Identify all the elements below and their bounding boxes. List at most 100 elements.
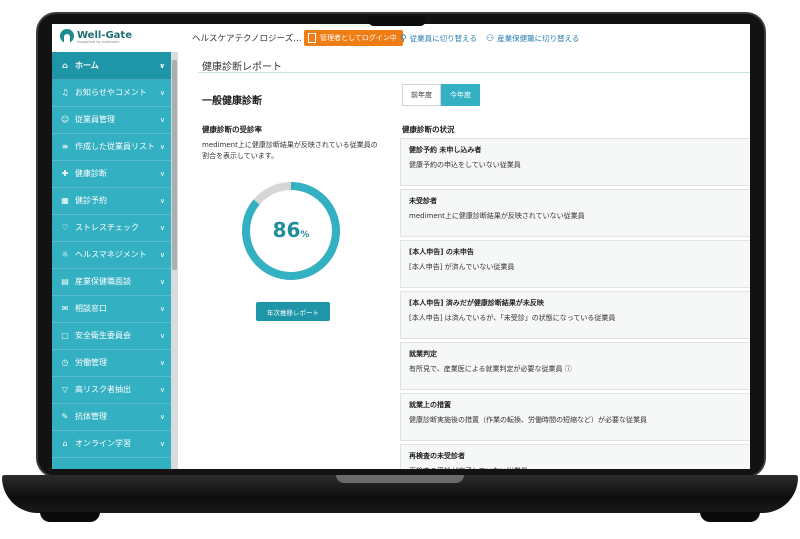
bell-icon: ♫ (61, 88, 69, 97)
sidebar-item-label: ストレスチェック (75, 223, 139, 232)
sidebar-item[interactable]: ✉ 相談窓口 ∨ (52, 295, 171, 323)
users-icon: ☺ (60, 115, 70, 124)
title-divider (198, 72, 750, 73)
annual-report-button[interactable]: 年次推移レポート (256, 302, 330, 321)
sidebar-item[interactable]: ⌂ ホーム ∨ (52, 52, 171, 80)
sidebar-item[interactable]: ≡ 作成した従業員リスト ∨ (52, 133, 171, 161)
chevron-down-icon: ∨ (159, 439, 165, 448)
logo-icon (60, 29, 74, 43)
graduation-icon: ⌂ (62, 439, 68, 448)
rate-title: 健康診断の受診率 (202, 125, 262, 134)
status-card-description: mediment上に健康診断結果が反映されていない従業員 (409, 212, 585, 220)
status-card-title: [本人申告] 済みだが健康診断結果が未反映 (409, 299, 544, 307)
status-card-title: 就業判定 (409, 350, 437, 358)
switch-to-occupational-link[interactable]: ⚇ 産業保健職に切り替える (486, 33, 579, 44)
chevron-down-icon: ∨ (159, 223, 165, 232)
year-tabs: 前年度 今年度 (402, 84, 480, 106)
camera-notch (368, 16, 426, 26)
rate-number: 86 (272, 218, 301, 242)
sidebar-item[interactable]: ✎ 抗体管理 ∨ (52, 403, 171, 431)
calendar-icon: ▦ (61, 196, 69, 205)
status-card[interactable]: [本人申告] の未申告 [本人申告] が済んでいない従業員 (400, 240, 750, 288)
switch-to-employee-label: 従業員に切り替える (409, 34, 477, 43)
sidebar-item-label: 健診予約 (75, 196, 107, 205)
health-icon: ☼ (61, 250, 69, 259)
status-card-title: [本人申告] の未申告 (409, 248, 474, 256)
top-bar: Well-Gate Supported by mediment ヘルスケアテクノ… (52, 24, 750, 53)
chevron-down-icon: ∨ (159, 169, 165, 178)
sidebar-item[interactable]: ▤ 産業保健職面談 ∨ (52, 268, 171, 296)
sidebar-item[interactable]: ▦ 健診予約 ∨ (52, 187, 171, 215)
tab-previous-year[interactable]: 前年度 (402, 84, 441, 106)
switch-to-occupational-label: 産業保健職に切り替える (497, 34, 580, 43)
sidebar-item[interactable]: ◷ 労働管理 ∨ (52, 349, 171, 377)
sidebar-item[interactable]: ♡ ストレスチェック ∨ (52, 214, 171, 242)
admin-login-label: 管理者としてログイン中 (320, 34, 397, 42)
sidebar-item-label: ホーム (75, 61, 99, 70)
status-title: 健康診断の状況 (402, 125, 455, 134)
laptop-opening-lip (336, 475, 464, 483)
sidebar-item[interactable]: ▢ 安全衛生委員会 ∨ (52, 322, 171, 350)
chevron-down-icon: ∨ (159, 250, 165, 259)
status-card-description: 健康予約の申込をしていない従業員 (409, 161, 521, 169)
switch-to-employee-link[interactable]: ⚲ 従業員に切り替える (400, 33, 477, 44)
app-screen: Well-Gate Supported by mediment ヘルスケアテクノ… (52, 24, 750, 469)
chevron-down-icon: ∨ (159, 412, 165, 421)
status-card[interactable]: [本人申告] 済みだが健康診断結果が未反映 [本人申告] は済んでいるが、「未受診… (400, 291, 750, 339)
heart-icon: ♡ (61, 223, 69, 232)
sidebar-item-label: お知らせやコメント (75, 88, 147, 97)
chevron-down-icon: ∨ (159, 331, 165, 340)
status-card[interactable]: 健診予約 未申し込み者健康予約の申込をしていない従業員 (400, 138, 750, 186)
sidebar-item[interactable]: ☺ 従業員管理 ∨ (52, 106, 171, 134)
sidebar-scroll-thumb[interactable] (172, 60, 177, 270)
status-card[interactable]: 再検査の未受診者再検査の受診が完了していない従業員 (400, 444, 750, 469)
status-card[interactable]: 就業判定有所見で、産業医による就業判定が必要な従業員 ⓘ (400, 342, 750, 390)
person-icon: ⚲ (400, 33, 407, 44)
people-icon: ⚇ (486, 33, 495, 44)
sidebar-item-label: 健康診断 (75, 169, 107, 178)
status-card-description: [本人申告] は済んでいるが、「未受診」の状態になっている従業員 (409, 314, 616, 322)
syringe-icon: ✎ (61, 412, 69, 421)
chevron-down-icon: ∨ (159, 358, 165, 367)
chevron-down-icon: ∨ (159, 277, 165, 286)
document-icon: ▢ (61, 331, 69, 340)
sidebar-item[interactable]: ☼ ヘルスマネジメント ∨ (52, 241, 171, 269)
sidebar-item[interactable]: ▽ 高リスク者抽出 ∨ (52, 376, 171, 404)
sidebar-item-label: ヘルスマネジメント (75, 250, 147, 259)
sidebar-item-label: 相談窓口 (75, 304, 107, 313)
sidebar-item[interactable]: ✚ 健康診断 ∨ (52, 160, 171, 188)
status-card-title: 健診予約 未申し込み者 (409, 146, 482, 154)
sidebar-item-label: 従業員管理 (75, 115, 115, 124)
rate-unit: % (300, 230, 310, 240)
clock-icon: ◷ (61, 358, 69, 367)
sidebar-item-label: 作成した従業員リスト (75, 142, 155, 151)
status-card[interactable]: 未受診者 mediment上に健康診断結果が反映されていない従業員 (400, 189, 750, 237)
sidebar-item[interactable]: ♫ お知らせやコメント ∨ (52, 79, 171, 107)
page-title: 健康診断レポート (202, 62, 282, 73)
rate-description: mediment上に健康診断結果が反映されている従業員の割合を表示しています。 (202, 141, 378, 160)
sidebar-item-label: 高リスク者抽出 (75, 385, 131, 394)
status-card-title: 就業上の措置 (409, 401, 451, 409)
logo-subtext: Supported by mediment (77, 40, 120, 44)
status-card-title: 未受診者 (409, 197, 437, 205)
tab-current-year[interactable]: 今年度 (441, 84, 480, 106)
sidebar-nav: ⌂ ホーム ∨ ♫ お知らせやコメント ∨ ☺ 従業員管理 ∨ ≡ 作成した従業員リスト ∨ ✚ 健康診断… (52, 52, 178, 469)
laptop-frame: Well-Gate Supported by mediment ヘルスケアテクノ… (0, 0, 800, 539)
chevron-down-icon: ∨ (159, 304, 165, 313)
status-card-description: 有所見で、産業医による就業判定が必要な従業員 ⓘ (409, 365, 572, 373)
sidebar-item[interactable]: ⌂ オンライン学習 ∨ (52, 430, 171, 458)
checkup-icon: ✚ (61, 169, 69, 178)
chevron-down-icon: ∨ (159, 385, 165, 394)
admin-login-badge[interactable]: 管理者としてログイン中 (304, 30, 403, 46)
status-card-description: 再検査の受診が完了していない従業員 (409, 466, 528, 469)
sidebar-item-label: 安全衛生委員会 (75, 331, 131, 340)
status-card-description: 健康診断実施後の措置（作業の転換、労働時間の短縮など）が必要な従業員 (409, 416, 647, 424)
laptop-foot-left (40, 512, 100, 522)
sidebar-scrollbar[interactable] (171, 52, 178, 469)
chat-icon: ✉ (61, 304, 69, 313)
chevron-down-icon: ∨ (159, 88, 165, 97)
filter-icon: ▽ (61, 385, 69, 394)
status-card[interactable]: 就業上の措置健康診断実施後の措置（作業の転換、労働時間の短縮など）が必要な従業員 (400, 393, 750, 441)
main-content: 健康診断レポート 一般健康診断 前年度 今年度 健康診断の受診率 medimen… (178, 52, 750, 469)
section-title: 一般健康診断 (202, 96, 262, 107)
